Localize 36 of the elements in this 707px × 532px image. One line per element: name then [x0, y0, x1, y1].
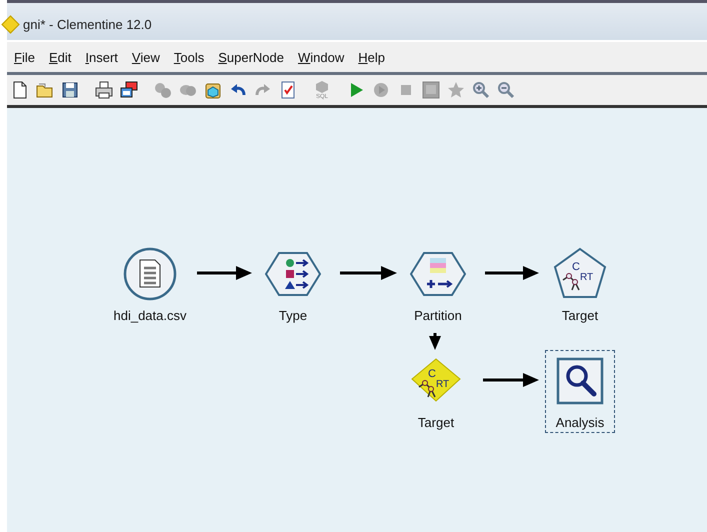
- arrow: [483, 373, 539, 387]
- stream-node[interactable]: Type: [258, 243, 328, 326]
- menu-item[interactable]: Help: [353, 50, 394, 64]
- printer-icon: [94, 80, 114, 100]
- stream-node[interactable]: Partition: [403, 243, 473, 326]
- arrow: [429, 333, 441, 350]
- menu-item[interactable]: View: [126, 50, 169, 64]
- arrow: [197, 266, 252, 280]
- node-label: Target: [562, 308, 598, 323]
- menu-item[interactable]: SuperNode: [213, 50, 293, 64]
- toolbar-button[interactable]: [93, 79, 115, 101]
- zoom-out-icon: [496, 80, 516, 100]
- arrow: [485, 266, 539, 280]
- blob-icon: [153, 80, 173, 100]
- save-icon: [60, 80, 80, 100]
- stream-node[interactable]: hdi_data.csv: [115, 243, 185, 326]
- document-node-icon[interactable]: [122, 246, 178, 302]
- menu-item[interactable]: Insert: [80, 50, 127, 64]
- panel-icon: [421, 80, 441, 100]
- arrow: [340, 266, 397, 280]
- menu-item[interactable]: Edit: [44, 50, 80, 64]
- windows-icon: [119, 80, 139, 100]
- node-label: Target: [418, 415, 454, 430]
- menu-item[interactable]: Window: [293, 50, 354, 64]
- stream-node[interactable]: C RT Target: [545, 243, 615, 326]
- star-icon: [446, 80, 466, 100]
- zoom-in-icon: [471, 80, 491, 100]
- stream-node[interactable]: Analysis: [545, 350, 615, 433]
- menu-item[interactable]: Tools: [168, 50, 214, 64]
- stream-node[interactable]: C RT Target: [401, 350, 471, 433]
- window-title: gni* - Clementine 12.0: [23, 17, 152, 32]
- node-label: Partition: [414, 308, 462, 323]
- node-label: hdi_data.csv: [114, 308, 186, 323]
- menu-item[interactable]: File: [9, 50, 44, 64]
- node-label: Type: [278, 308, 308, 323]
- node-label: Analysis: [556, 415, 604, 430]
